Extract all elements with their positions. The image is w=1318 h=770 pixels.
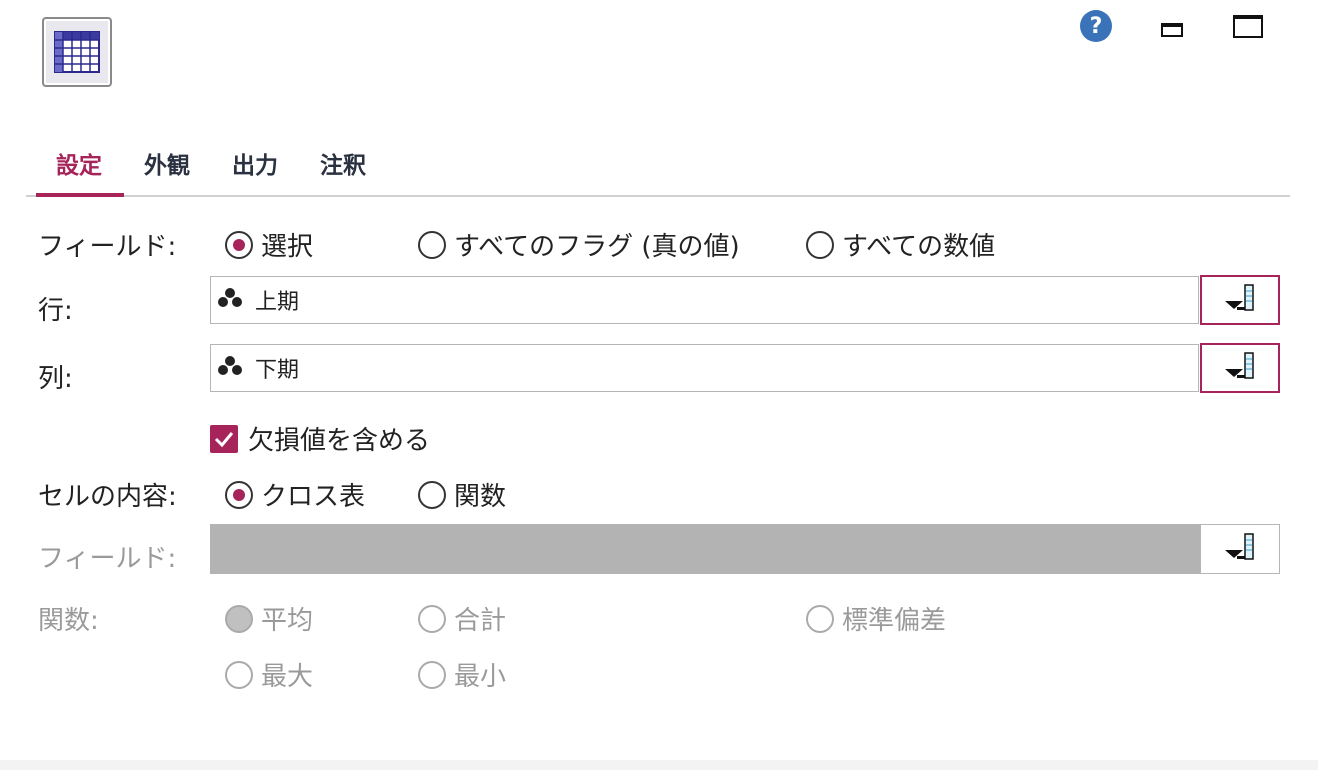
function-label: 関数: xyxy=(38,606,99,636)
radio-icon xyxy=(806,230,834,259)
cell-contents-label: セルの内容: xyxy=(38,482,177,512)
radio-icon xyxy=(418,660,446,689)
field-picker-icon xyxy=(1223,283,1257,317)
function-radio-sum: 合計 xyxy=(418,600,506,637)
tab-divider xyxy=(26,195,1290,197)
include-missing-checkbox[interactable]: 欠損値を含める xyxy=(210,420,430,457)
nominal-field-icon xyxy=(217,355,243,381)
tab-settings[interactable]: 設定 xyxy=(56,146,102,180)
fields-label: フィールド: xyxy=(38,232,177,262)
field-picker-icon xyxy=(1223,532,1257,566)
fields-radio-all-numeric[interactable]: すべての数値 xyxy=(806,226,995,263)
tab-appearance[interactable]: 外観 xyxy=(144,146,190,180)
function-field-label: フィールド: xyxy=(38,544,177,574)
cell-contents-radio-function[interactable]: 関数 xyxy=(418,476,506,513)
radio-icon xyxy=(806,604,834,633)
active-tab-indicator xyxy=(36,193,124,197)
field-picker-icon xyxy=(1223,351,1257,385)
row-field-picker-button[interactable] xyxy=(1200,275,1280,325)
radio-icon xyxy=(418,604,446,633)
function-radio-max: 最大 xyxy=(225,656,313,693)
radio-icon xyxy=(418,480,446,509)
table-grid-icon xyxy=(42,17,112,87)
radio-icon xyxy=(225,660,253,689)
fields-radio-all-flags[interactable]: すべてのフラグ (真の値) xyxy=(418,226,740,263)
column-field[interactable]: 下期 xyxy=(210,344,1199,392)
function-field-picker-button xyxy=(1200,524,1280,574)
column-field-picker-button[interactable] xyxy=(1200,343,1280,393)
cell-contents-radio-crosstab[interactable]: クロス表 xyxy=(225,476,365,513)
row-label: 行: xyxy=(38,296,73,326)
column-label: 列: xyxy=(38,364,73,394)
radio-selected-icon xyxy=(225,604,253,633)
help-icon[interactable]: ? xyxy=(1080,10,1112,42)
function-field xyxy=(210,524,1201,574)
function-radio-mean: 平均 xyxy=(225,600,313,637)
tab-annotations[interactable]: 注釈 xyxy=(320,146,366,180)
nominal-field-icon xyxy=(217,287,243,313)
maximize-icon[interactable] xyxy=(1233,15,1263,38)
tab-output[interactable]: 出力 xyxy=(232,146,278,180)
tab-bar: 設定 外観 出力 注釈 xyxy=(26,130,1290,198)
checkmark-icon xyxy=(210,424,238,453)
radio-selected-icon xyxy=(225,230,253,259)
radio-selected-icon xyxy=(225,480,253,509)
footer-band xyxy=(0,760,1318,770)
radio-icon xyxy=(418,230,446,259)
fields-radio-select[interactable]: 選択 xyxy=(225,226,313,263)
function-radio-min: 最小 xyxy=(418,656,506,693)
minimize-icon[interactable] xyxy=(1161,23,1183,37)
function-radio-stddev: 標準偏差 xyxy=(806,600,946,637)
row-field[interactable]: 上期 xyxy=(210,276,1199,324)
